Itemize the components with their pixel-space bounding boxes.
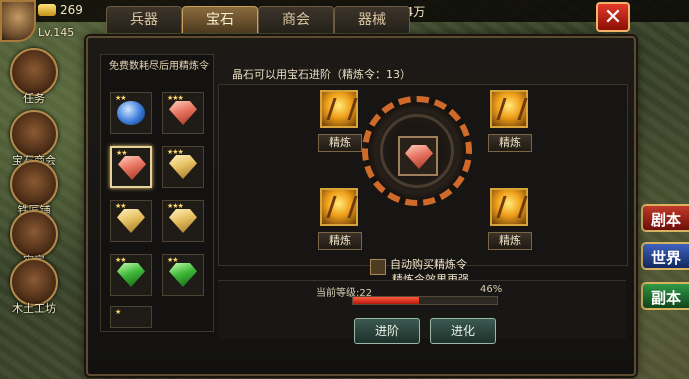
blacksmith-icon: [10, 160, 58, 208]
refine-scroll-icon: [320, 188, 358, 226]
gem-slot[interactable]: ★★: [110, 254, 152, 296]
star-rating: ★★: [115, 94, 127, 102]
player-avatar[interactable]: [0, 0, 36, 42]
star-rating: ★★: [115, 202, 127, 210]
close-icon: ✕: [603, 5, 623, 30]
star-rating: ★★: [116, 149, 128, 157]
gem-list-title: 免费数耗尽后用精炼令: [109, 61, 209, 72]
dungeon-button[interactable]: 副本: [641, 282, 689, 310]
advance-button[interactable]: 进阶: [354, 318, 420, 344]
refine-scroll-icon: [320, 90, 358, 128]
gold-icon: [38, 4, 56, 16]
side-item-quest[interactable]: 任务: [2, 48, 66, 106]
quest-icon: [10, 48, 58, 96]
gem-slot[interactable]: ★★★: [162, 146, 204, 188]
gem-slot-selected[interactable]: ★★: [110, 146, 152, 188]
ruby-gem-icon: [169, 101, 197, 125]
side-item-workshop[interactable]: 木土工坊: [2, 258, 66, 316]
tab-guild[interactable]: 商会: [258, 6, 334, 33]
star-rating: ★: [115, 308, 121, 316]
gem-slot[interactable]: ★★★: [162, 92, 204, 134]
progress-fill: [353, 297, 420, 304]
topaz-gem-icon: [169, 209, 197, 233]
auto-buy-label: 自动购买精炼令: [390, 258, 467, 271]
player-level: Lv.145: [38, 26, 75, 39]
star-rating: ★★★: [167, 202, 184, 210]
refine-scroll-icon: [490, 188, 528, 226]
topaz-gem-icon: [169, 155, 197, 179]
refine-button[interactable]: 精炼: [488, 134, 532, 152]
tab-weapons[interactable]: 兵器: [106, 6, 182, 33]
refine-button[interactable]: 精炼: [318, 134, 362, 152]
scenario-button[interactable]: 剧本: [641, 204, 689, 232]
side-item-label: 任务: [23, 92, 45, 105]
gem-shop-icon: [10, 110, 58, 158]
close-button[interactable]: ✕: [596, 2, 630, 32]
upgrade-footer: [218, 280, 626, 339]
gold-counter: 269: [38, 3, 83, 17]
upgrade-info: 晶石可以用宝石进阶（精炼令：13）: [232, 68, 411, 81]
progress-percent: 46%: [480, 284, 503, 295]
workshop-icon: [10, 258, 58, 306]
star-rating: ★★★: [167, 94, 184, 102]
refine-button[interactable]: 精炼: [488, 232, 532, 250]
evolve-button[interactable]: 进化: [430, 318, 496, 344]
gem-slot[interactable]: ★★★: [162, 200, 204, 242]
target-gem-slot[interactable]: [398, 136, 438, 176]
tab-gems[interactable]: 宝石: [182, 6, 258, 33]
gem-slot[interactable]: ★★: [110, 200, 152, 242]
gem-slot[interactable]: ★★: [110, 92, 152, 134]
emerald-gem-icon: [117, 263, 145, 287]
world-button[interactable]: 世界: [641, 242, 689, 270]
refine-scroll-icon: [490, 90, 528, 128]
star-rating: ★★: [167, 256, 179, 264]
side-item-label: 木土工坊: [12, 302, 56, 315]
prison-icon: [10, 210, 58, 258]
topaz-gem-icon: [117, 209, 145, 233]
gem-slot[interactable]: ★: [110, 306, 152, 328]
ruby-gem-icon: [118, 156, 146, 180]
tab-machinery[interactable]: 器械: [334, 6, 410, 33]
star-rating: ★★★: [167, 148, 184, 156]
gem-slot[interactable]: ★★: [162, 254, 204, 296]
emerald-gem-icon: [169, 263, 197, 287]
refine-button[interactable]: 精炼: [318, 232, 362, 250]
level-progress-bar: [352, 296, 498, 305]
crystal-gem-icon: [117, 101, 145, 125]
auto-buy-checkbox[interactable]: [370, 259, 386, 275]
ruby-gem-icon: [405, 145, 433, 169]
star-rating: ★★: [115, 256, 127, 264]
